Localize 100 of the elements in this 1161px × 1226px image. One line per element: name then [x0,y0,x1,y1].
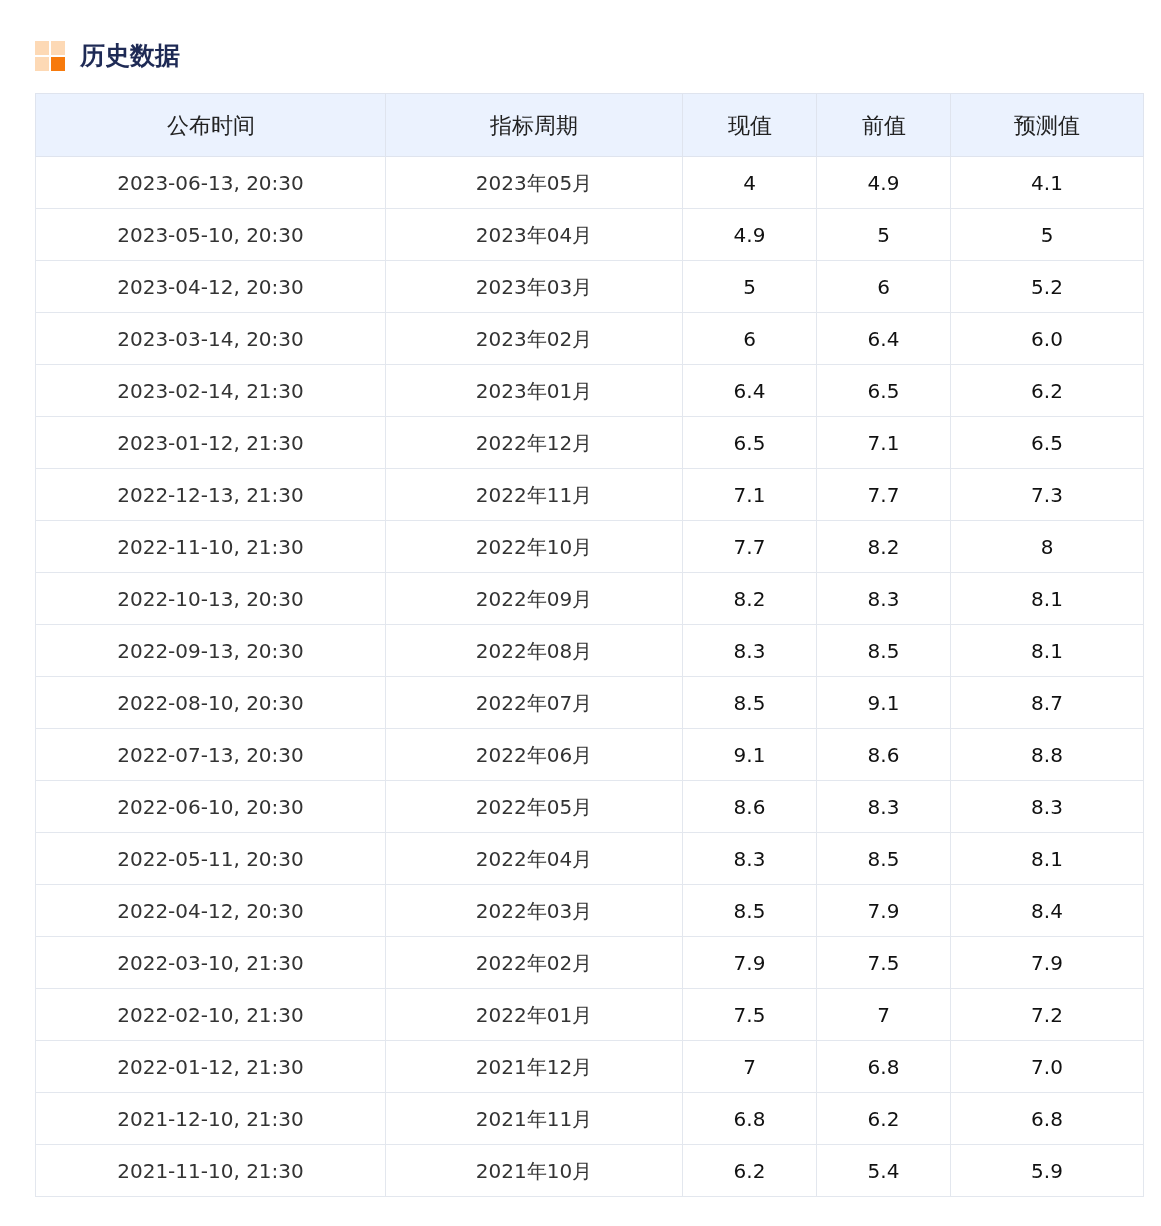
table-cell: 8.2 [816,520,951,573]
table-cell: 6.2 [682,1144,817,1197]
table-cell: 2022年09月 [385,572,683,625]
table-cell: 5.9 [950,1144,1144,1197]
table-cell: 4.1 [950,156,1144,209]
table-cell: 8.2 [682,572,817,625]
table-cell: 7.2 [950,988,1144,1041]
table-cell: 8.3 [816,780,951,833]
table-cell: 8.7 [950,676,1144,729]
table-cell: 2023年02月 [385,312,683,365]
table-cell: 2022-05-11, 20:30 [35,832,386,885]
table-cell: 2022年08月 [385,624,683,677]
table-cell: 4.9 [816,156,951,209]
table-cell: 2022年01月 [385,988,683,1041]
table-cell: 4.9 [682,208,817,261]
table-cell: 8.1 [950,624,1144,677]
table-cell: 2022-01-12, 21:30 [35,1040,386,1093]
table-cell: 2021-11-10, 21:30 [35,1144,386,1197]
table-cell: 8.6 [816,728,951,781]
table-cell: 8.3 [816,572,951,625]
table-cell: 7.9 [682,936,817,989]
table-cell: 2022-07-13, 20:30 [35,728,386,781]
table-cell: 2022年12月 [385,416,683,469]
table-cell: 2022年11月 [385,468,683,521]
table-cell: 8.8 [950,728,1144,781]
table-cell: 2021年11月 [385,1092,683,1145]
table-cell: 2022-10-13, 20:30 [35,572,386,625]
table-cell: 7.3 [950,468,1144,521]
table-cell: 2023-01-12, 21:30 [35,416,386,469]
table-cell: 2023-04-12, 20:30 [35,260,386,313]
table-cell: 8 [950,520,1144,573]
table-cell: 8.3 [950,780,1144,833]
table-cell: 2022-12-13, 21:30 [35,468,386,521]
table-cell: 2023-02-14, 21:30 [35,364,386,417]
table-cell: 6.8 [950,1092,1144,1145]
table-cell: 8.1 [950,572,1144,625]
table-cell: 4 [682,156,817,209]
table-cell: 6 [682,312,817,365]
column-header: 前值 [816,93,951,157]
table-cell: 5.4 [816,1144,951,1197]
table-cell: 2023年01月 [385,364,683,417]
table-cell: 8.4 [950,884,1144,937]
table-cell: 8.5 [682,676,817,729]
table-cell: 2022-11-10, 21:30 [35,520,386,573]
table-cell: 2021-12-10, 21:30 [35,1092,386,1145]
table-cell: 6.8 [816,1040,951,1093]
table-cell: 7.0 [950,1040,1144,1093]
table-cell: 2022年05月 [385,780,683,833]
table-cell: 9.1 [682,728,817,781]
table-cell: 6.0 [950,312,1144,365]
table-cell: 2023-06-13, 20:30 [35,156,386,209]
table-cell: 6.8 [682,1092,817,1145]
table-cell: 7.1 [816,416,951,469]
table-cell: 6.4 [682,364,817,417]
table-cell: 2022-06-10, 20:30 [35,780,386,833]
table-cell: 5 [950,208,1144,261]
table-cell: 7 [682,1040,817,1093]
table-cell: 7 [816,988,951,1041]
table-cell: 6.5 [816,364,951,417]
table-cell: 6 [816,260,951,313]
table-cell: 2022年02月 [385,936,683,989]
section-title: 历史数据 [80,40,180,73]
table-cell: 2022-04-12, 20:30 [35,884,386,937]
table-cell: 8.6 [682,780,817,833]
column-header: 公布时间 [35,93,386,157]
table-cell: 2022年07月 [385,676,683,729]
table-cell: 9.1 [816,676,951,729]
table-cell: 8.5 [816,832,951,885]
table-cell: 8.5 [816,624,951,677]
table-cell: 5.2 [950,260,1144,313]
table-cell: 2022-02-10, 21:30 [35,988,386,1041]
table-cell: 7.5 [816,936,951,989]
table-cell: 7.9 [950,936,1144,989]
table-cell: 8.1 [950,832,1144,885]
table-cell: 6.5 [950,416,1144,469]
table-cell: 2022-08-10, 20:30 [35,676,386,729]
table-cell: 2022年03月 [385,884,683,937]
table-cell: 2023年03月 [385,260,683,313]
table-cell: 5 [816,208,951,261]
table-cell: 7.7 [682,520,817,573]
table-cell: 2021年10月 [385,1144,683,1197]
table-cell: 2023年04月 [385,208,683,261]
grid-icon [35,40,66,72]
table-cell: 6.2 [950,364,1144,417]
table-cell: 2023年05月 [385,156,683,209]
column-header: 指标周期 [385,93,683,157]
table-cell: 2023-05-10, 20:30 [35,208,386,261]
table-cell: 8.5 [682,884,817,937]
table-cell: 7.1 [682,468,817,521]
table-cell: 6.2 [816,1092,951,1145]
table-cell: 2022年04月 [385,832,683,885]
table-cell: 2022年10月 [385,520,683,573]
table-cell: 8.3 [682,832,817,885]
table-cell: 6.5 [682,416,817,469]
table-cell: 2022-03-10, 21:30 [35,936,386,989]
table-cell: 5 [682,260,817,313]
table-cell: 7.7 [816,468,951,521]
table-cell: 2023-03-14, 20:30 [35,312,386,365]
table-cell: 6.4 [816,312,951,365]
table-cell: 2022年06月 [385,728,683,781]
